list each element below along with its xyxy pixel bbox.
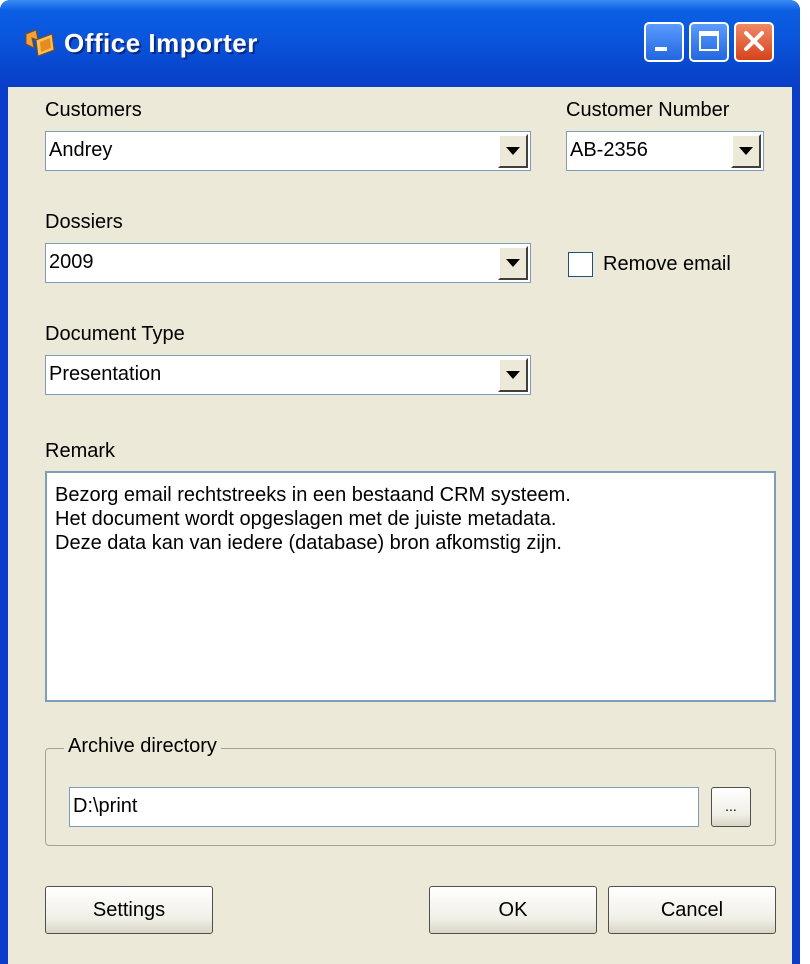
close-icon [744,31,764,51]
customers-combobox[interactable]: Andrey [45,131,531,171]
dossiers-label: Dossiers [45,211,123,233]
document-type-value: Presentation [49,363,162,385]
ok-button[interactable]: OK [429,886,597,934]
remove-email-label[interactable]: Remove email [603,253,731,276]
document-type-dropdown-button[interactable] [498,358,528,392]
customer-number-combobox[interactable]: AB-2356 [566,131,764,171]
customers-value: Andrey [49,139,113,161]
dossiers-combobox[interactable]: 2009 [45,243,531,283]
chevron-down-icon [739,147,753,155]
dossiers-dropdown-button[interactable] [498,246,528,280]
remark-textarea[interactable]: Bezorg email rechtstreeks in een bestaan… [45,471,776,702]
customer-number-value: AB-2356 [570,139,648,161]
archive-directory-legend: Archive directory [64,735,221,758]
app-icon [25,29,55,57]
document-type-combobox[interactable]: Presentation [45,355,531,395]
remove-email-checkbox[interactable] [568,252,593,277]
document-type-label: Document Type [45,323,185,345]
customers-label: Customers [45,99,142,121]
archive-path-value: D:\print [73,795,138,817]
settings-button[interactable]: Settings [45,886,213,934]
maximize-icon [699,31,719,51]
maximize-button[interactable] [689,22,729,62]
customer-number-dropdown-button[interactable] [731,134,761,168]
chevron-down-icon [506,147,520,155]
archive-path-input[interactable]: D:\print [69,787,699,827]
cancel-button[interactable]: Cancel [608,886,776,934]
minimize-button[interactable] [644,22,684,62]
customer-number-label: Customer Number [566,99,730,121]
browse-button[interactable]: ... [711,787,751,827]
remark-label: Remark [45,440,116,462]
archive-directory-group: Archive directory D:\print ... [45,735,776,846]
window-title: Office Importer [64,28,258,58]
dialog-body: Customers Andrey Customer Number AB-2356… [8,87,792,964]
chevron-down-icon [506,259,520,267]
title-bar[interactable]: Office Importer [0,0,800,87]
chevron-down-icon [506,371,520,379]
app-window: Office Importer Customers Andrey Custome… [0,0,800,964]
dossiers-value: 2009 [49,251,94,273]
minimize-icon [655,47,667,51]
customers-dropdown-button[interactable] [498,134,528,168]
close-button[interactable] [734,22,774,62]
